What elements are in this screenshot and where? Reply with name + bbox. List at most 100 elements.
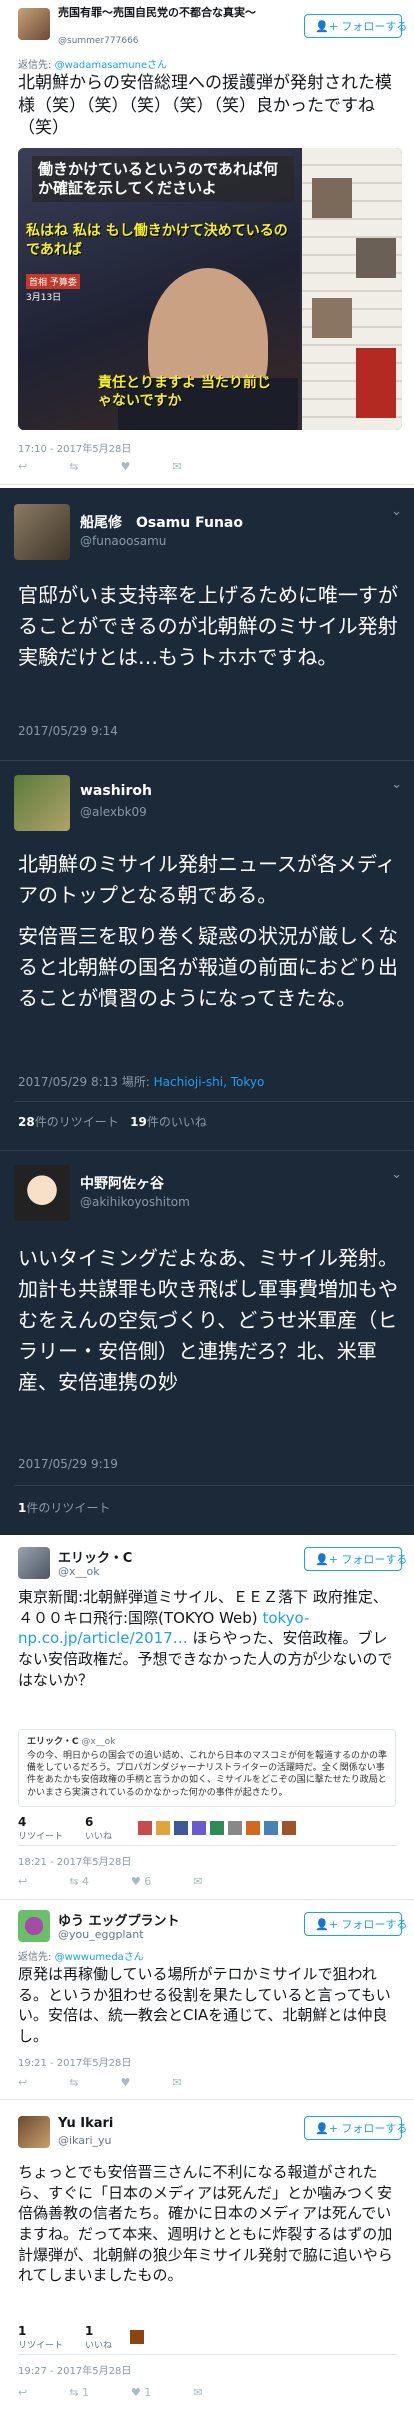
tweet-paragraph-1: 北朝鮮のミサイル発射ニュースが各メディアのトップとなる朝である。 [18, 852, 396, 907]
tweet-actions: ↩ ⇆ ♥ ✉ [18, 460, 182, 473]
retweet-icon[interactable]: ⇆ [69, 460, 78, 473]
follow-label: フォローする [341, 1553, 408, 1566]
tweet-timestamp[interactable]: 19:21 - 2017年5月28日 [18, 2054, 131, 2069]
user-handle[interactable]: @alexbk09 [80, 805, 147, 819]
user-name[interactable]: エリック・C [58, 1547, 132, 1566]
user-handle[interactable]: @akihikoyoshitom [80, 1195, 190, 1209]
user-handle[interactable]: @x__ok [58, 1565, 100, 1578]
like-count: 1 [85, 2324, 94, 2338]
quoted-tweet[interactable]: エリック・C @x__ok 今の今、明日からの国会での追い詰め、これから日本のマ… [18, 1729, 396, 1807]
like-stat[interactable]: 1 いいね [85, 2324, 112, 2351]
like-icon[interactable]: ♥ [120, 2076, 130, 2089]
liker-avatar[interactable] [130, 2330, 144, 2344]
avatar[interactable] [18, 2116, 50, 2148]
liker-avatar[interactable] [192, 1821, 206, 1835]
user-name[interactable]: 中野阿佐ヶ谷 [80, 1173, 164, 1193]
dm-icon[interactable]: ✉ [172, 2076, 181, 2089]
side-label: 首相 予算委 [26, 274, 80, 289]
user-name[interactable]: 売国有罪〜売国自民党の不都合な真実〜 [58, 6, 268, 20]
tweet-timestamp[interactable]: 17:10 - 2017年5月28日 [18, 440, 131, 455]
tweet-card-7: Yu Ikari @ikari_yu 👤+ フォローする ちょっとでも安倍晋三さ… [0, 2100, 414, 2417]
like-stat[interactable]: 6 いいね [85, 1815, 112, 1842]
follow-button[interactable]: 👤+ フォローする [304, 2116, 407, 2140]
retweet-count[interactable]: 28 [18, 1115, 35, 1129]
reply-to-line: 返信先: @wadamasamuneさん [18, 56, 167, 71]
liker-avatar[interactable] [264, 1821, 278, 1835]
reply-icon[interactable]: ↩ [18, 2386, 27, 2399]
caption-top: 働きかけているというのであれば何か確証を示してくださいよ [32, 156, 294, 202]
tweet-timestamp[interactable]: 18:21 - 2017年5月28日 [18, 1853, 131, 1868]
retweet-action[interactable]: ⇆ 1 [69, 2386, 89, 2399]
user-handle[interactable]: @funaoosamu [80, 534, 166, 548]
dm-icon[interactable]: ✉ [193, 1875, 202, 1888]
follow-label: フォローする [341, 20, 408, 33]
user-name[interactable]: 船尾修 Osamu Funao [80, 512, 243, 532]
date-label: 3月13日 [26, 293, 62, 303]
liker-avatar[interactable] [282, 1821, 296, 1835]
divider [18, 2354, 396, 2355]
reply-icon[interactable]: ↩ [18, 460, 27, 473]
reply-to-link[interactable]: @wwwumedaさん [55, 1952, 144, 1963]
tweet-timestamp[interactable]: 19:27 - 2017年5月28日 [18, 2362, 131, 2377]
reply-icon[interactable]: ↩ [18, 2076, 27, 2089]
avatar[interactable] [18, 1910, 50, 1942]
liker-avatar[interactable] [156, 1821, 170, 1835]
dm-icon[interactable]: ✉ [193, 2386, 202, 2399]
chevron-down-icon[interactable]: ⌄ [391, 504, 402, 519]
image-main-panel: 働きかけているというのであれば何か確証を示してくださいよ 私はね 私は もし働き… [18, 148, 300, 430]
like-action-count: 1 [144, 2386, 152, 2399]
retweet-action[interactable]: ⇆ 4 [69, 1875, 89, 1888]
liker-avatar[interactable] [174, 1821, 188, 1835]
avatar[interactable] [14, 1165, 70, 1221]
engagement-stats: 1 リツイート 1 いいね [18, 2324, 112, 2351]
follow-button[interactable]: 👤+ フォローする [304, 1912, 407, 1936]
user-name[interactable]: ゆう エッグプラント [58, 1910, 180, 1929]
tweet-timestamp[interactable]: 2017/05/29 8:13 [18, 1075, 118, 1089]
avatar[interactable] [18, 8, 50, 40]
user-handle[interactable]: @ikari_yu [58, 2134, 112, 2147]
tweet-timestamp[interactable]: 2017/05/29 9:14 [18, 724, 118, 738]
reply-to-link[interactable]: @wadamasamuneさん [55, 60, 168, 71]
dm-icon[interactable]: ✉ [172, 460, 181, 473]
like-count: 6 [85, 1815, 94, 1829]
avatar[interactable] [14, 775, 70, 831]
user-handle[interactable]: @summer777666 [58, 36, 139, 46]
retweet-icon[interactable]: ⇆ [69, 2076, 78, 2089]
location-link[interactable]: Hachioji-shi, Tokyo [154, 1075, 265, 1089]
retweet-action-count: 1 [81, 2386, 89, 2399]
tweet-card-2: 船尾修 Osamu Funao @funaoosamu ⌄ 官邸がいま支持率を上… [0, 488, 414, 760]
tweet-card-5: エリック・C @x__ok 👤+ フォローする 東京新聞:北朝鮮弾道ミサイル、Ｅ… [0, 1535, 414, 1900]
retweet-action-count: 4 [81, 1875, 89, 1888]
engagement-counts: 1件のリツイート [18, 1499, 110, 1516]
chevron-down-icon[interactable]: ⌄ [391, 777, 402, 792]
chevron-down-icon[interactable]: ⌄ [391, 1167, 402, 1182]
liker-avatar[interactable] [210, 1821, 224, 1835]
liker-avatar[interactable] [228, 1821, 242, 1835]
like-count[interactable]: 19 [130, 1115, 147, 1129]
like-icon[interactable]: ♥ [120, 460, 130, 473]
follow-button[interactable]: 👤+ フォローする [304, 1547, 407, 1571]
like-action[interactable]: ♥ 6 [131, 1875, 151, 1888]
newspaper-photo-1 [312, 178, 352, 218]
tweet-text: 原発は再稼働している場所がテロかミサイルで狙われる。というか狙わせる役割を果たし… [18, 1965, 391, 2046]
user-name[interactable]: Yu Ikari [58, 2116, 113, 2131]
location-prefix: 場所: [121, 1075, 150, 1089]
like-icon: ♥ [130, 1875, 145, 1888]
retweet-count: 1 [18, 2324, 27, 2338]
retweet-stat[interactable]: 4 リツイート [18, 1815, 63, 1842]
quoted-tweet-text: 今の今、明日からの国会での追い詰め、これから日本のマスコミが何を報道するのかの準… [27, 1751, 388, 1798]
tweet-timestamp[interactable]: 2017/05/29 9:19 [18, 1457, 118, 1471]
reply-icon[interactable]: ↩ [18, 1875, 27, 1888]
retweet-stat[interactable]: 1 リツイート [18, 2324, 63, 2351]
tweet-card-3: washiroh @alexbk09 ⌄ 北朝鮮のミサイル発射ニュースが各メディ… [0, 760, 414, 1150]
user-name[interactable]: washiroh [80, 783, 152, 799]
avatar[interactable] [14, 504, 70, 560]
liker-avatar[interactable] [246, 1821, 260, 1835]
user-handle[interactable]: @you_eggplant [58, 1928, 144, 1941]
avatar[interactable] [18, 1547, 50, 1579]
like-action[interactable]: ♥ 1 [131, 2386, 151, 2399]
follow-button[interactable]: 👤+ フォローする [304, 14, 407, 38]
tweet-actions: ↩ ⇆ 1 ♥ 1 ✉ [18, 2386, 203, 2399]
liker-avatar[interactable] [138, 1821, 152, 1835]
tweet-image[interactable]: 働きかけているというのであれば何か確証を示してくださいよ 私はね 私は もし働き… [18, 148, 402, 430]
